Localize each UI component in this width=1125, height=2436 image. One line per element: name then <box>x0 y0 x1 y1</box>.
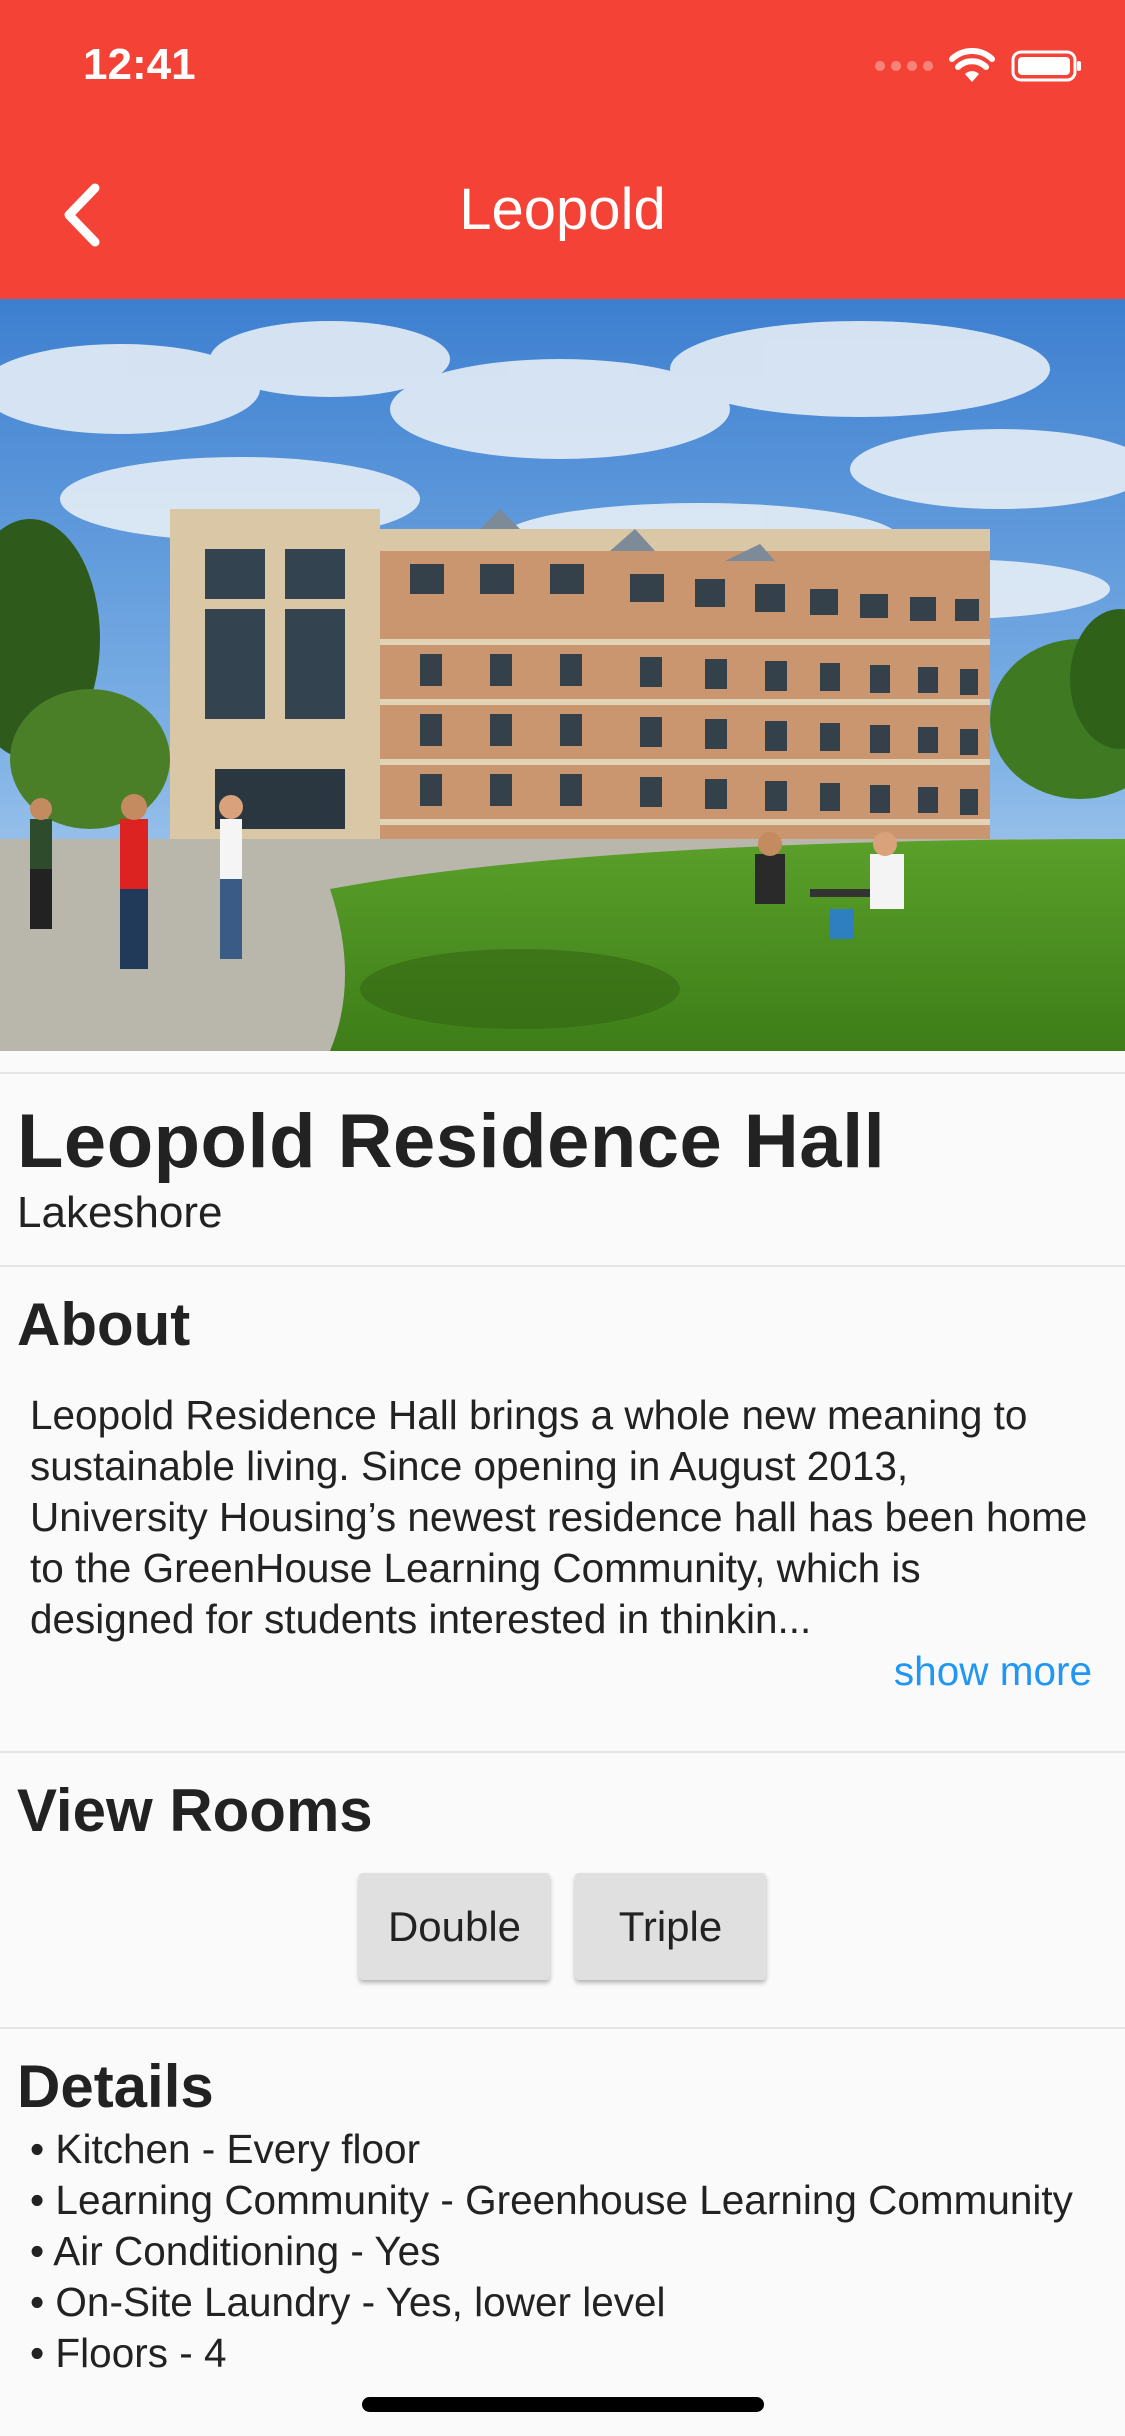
hall-area: Lakeshore <box>17 1188 223 1237</box>
list-item: • Learning Community - Greenhouse Learni… <box>30 2177 1073 2223</box>
view-rooms-heading: View Rooms <box>17 1777 373 1844</box>
page-title: Leopold <box>459 177 666 242</box>
status-time: 12:41 <box>83 40 196 89</box>
list-item: • On-Site Laundry - Yes, lower level <box>30 2279 666 2325</box>
list-item: • Air Conditioning - Yes <box>30 2228 441 2274</box>
wifi-icon <box>949 48 995 82</box>
double-room-button[interactable]: Double <box>359 1873 550 1980</box>
about-text: Leopold Residence Hall brings a whole ne… <box>30 1392 1088 1642</box>
hall-name: Leopold Residence Hall <box>17 1099 886 1184</box>
divider <box>0 1751 1125 1753</box>
about-heading: About <box>17 1291 191 1358</box>
hall-photo <box>0 299 1125 1051</box>
details-list: • Kitchen - Every floor • Learning Commu… <box>30 2124 1095 2379</box>
details-heading: Details <box>17 2053 214 2120</box>
list-item: • Floors - 4 <box>30 2330 227 2376</box>
battery-icon <box>1011 50 1081 82</box>
show-more-link[interactable]: show more <box>894 1648 1092 1695</box>
signal-dots-icon <box>875 61 933 71</box>
divider <box>0 1072 1125 1074</box>
home-indicator[interactable] <box>362 2397 764 2412</box>
divider <box>0 1265 1125 1267</box>
divider <box>0 2027 1125 2029</box>
app-bar: 12:41 Leopold <box>0 0 1125 299</box>
triple-room-button[interactable]: Triple <box>575 1873 766 1980</box>
status-icons <box>875 46 1083 86</box>
list-item: • Kitchen - Every floor <box>30 2126 421 2172</box>
